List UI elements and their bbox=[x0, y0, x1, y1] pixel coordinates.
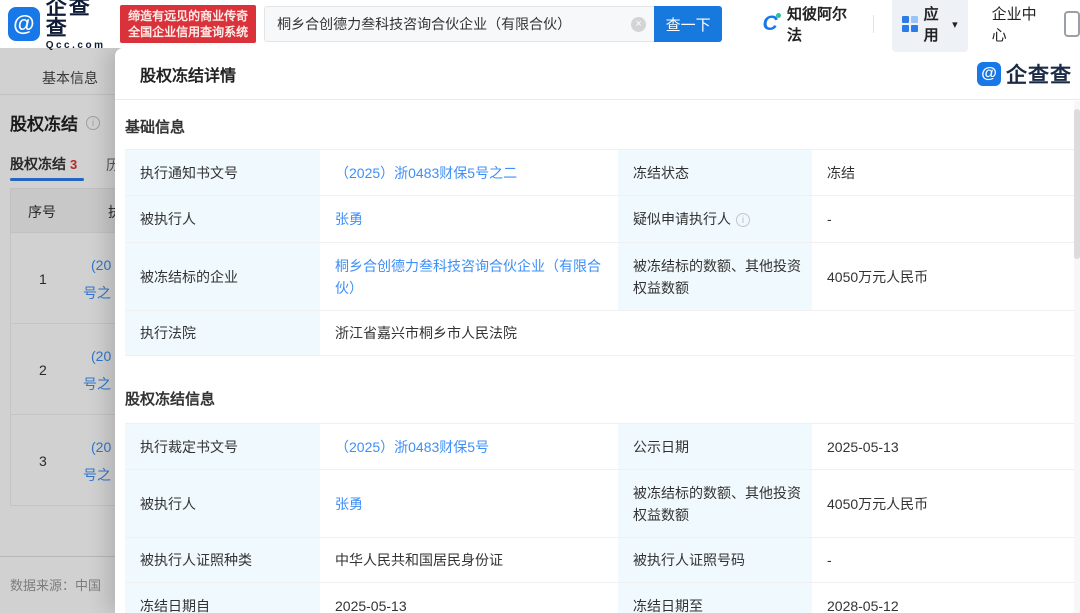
notice-number-link[interactable]: （2025）浙0483财保5号之二 bbox=[335, 165, 517, 181]
search-input[interactable]: 桐乡合创德力叁科技咨询合伙企业（有限合伙） × bbox=[264, 6, 655, 42]
row-label: 被冻结标的企业 bbox=[125, 242, 320, 311]
row-value: 浙江省嘉兴市桐乡市人民法院 bbox=[320, 310, 1076, 356]
search-button[interactable]: 查一下 bbox=[654, 6, 723, 42]
nav-enterprise-center[interactable]: 企业中心 bbox=[992, 3, 1047, 45]
top-bar: @ 企查查 Qcc.com 缔造有远见的商业传奇 全国企业信用查询系统 桐乡合创… bbox=[0, 0, 1080, 52]
row-label: 被冻结标的数额、其他投资权益数额 bbox=[618, 469, 812, 538]
ruling-number-link[interactable]: （2025）浙0483财保5号 bbox=[335, 439, 489, 455]
table-row: 被冻结标的企业 桐乡合创德力叁科技咨询合伙企业（有限合伙） 被冻结标的数额、其他… bbox=[125, 242, 1076, 311]
person-link[interactable]: 张勇 bbox=[335, 211, 363, 227]
row-value: 冻结 bbox=[812, 149, 1076, 196]
row-label: 被执行人证照种类 bbox=[125, 537, 320, 583]
qcc-logo[interactable]: @ 企查查 Qcc.com bbox=[8, 0, 110, 51]
row-label: 被执行人 bbox=[125, 469, 320, 538]
row-label: 冻结日期至 bbox=[618, 582, 812, 613]
nav-zhibi-alpha[interactable]: C 知彼阿尔法 bbox=[760, 3, 855, 45]
chevron-down-icon: ▾ bbox=[952, 18, 958, 31]
info-icon[interactable]: i bbox=[736, 213, 750, 227]
clear-icon[interactable]: × bbox=[631, 16, 647, 32]
search-input-value: 桐乡合创德力叁科技咨询合伙企业（有限合伙） bbox=[277, 16, 572, 32]
section-title-basic-info: 基础信息 bbox=[125, 119, 186, 136]
row-label: 被冻结标的数额、其他投资权益数额 bbox=[618, 242, 812, 311]
modal-header: 股权冻结详情 @ 企查查 bbox=[115, 48, 1080, 100]
row-value: 4050万元人民币 bbox=[812, 242, 1076, 311]
freeze-info-table: 执行裁定书文号 （2025）浙0483财保5号 公示日期 2025-05-13 … bbox=[125, 423, 1076, 613]
qcc-logo-icon: @ bbox=[977, 61, 1001, 86]
qcc-logo-icon: @ bbox=[8, 7, 40, 41]
table-row: 被执行人证照种类 中华人民共和国居民身份证 被执行人证照号码 - bbox=[125, 537, 1076, 583]
row-label: 执行裁定书文号 bbox=[125, 423, 320, 470]
row-value: - bbox=[812, 537, 1076, 583]
row-label: 被执行人 bbox=[125, 195, 320, 243]
equity-freeze-detail-modal: 股权冻结详情 @ 企查查 基础信息 执行通知书文号 （2025）浙0483财保5… bbox=[115, 48, 1080, 613]
table-row: 执行通知书文号 （2025）浙0483财保5号之二 冻结状态 冻结 bbox=[125, 149, 1076, 196]
row-value: 2025-05-13 bbox=[812, 423, 1076, 470]
table-row: 冻结日期自 2025-05-13 冻结日期至 2028-05-12 bbox=[125, 582, 1076, 613]
row-value: 4050万元人民币 bbox=[812, 469, 1076, 538]
brand-domain: Qcc.com bbox=[45, 40, 106, 51]
person-link[interactable]: 张勇 bbox=[335, 496, 363, 512]
table-row: 执行裁定书文号 （2025）浙0483财保5号 公示日期 2025-05-13 bbox=[125, 423, 1076, 470]
modal-watermark-logo: @ 企查查 bbox=[977, 59, 1072, 89]
row-label: 疑似申请执行人 i bbox=[618, 195, 812, 243]
modal-body: 基础信息 执行通知书文号 （2025）浙0483财保5号之二 冻结状态 冻结 被… bbox=[115, 100, 1080, 613]
brand-name: 企查查 bbox=[45, 0, 92, 40]
table-row: 执行法院 浙江省嘉兴市桐乡市人民法院 bbox=[125, 310, 1076, 356]
row-label: 冻结日期自 bbox=[125, 582, 320, 613]
basic-info-table: 执行通知书文号 （2025）浙0483财保5号之二 冻结状态 冻结 被执行人 张… bbox=[125, 149, 1076, 356]
apps-grid-icon bbox=[901, 16, 918, 32]
company-link[interactable]: 桐乡合创德力叁科技咨询合伙企业（有限合伙） bbox=[335, 258, 601, 296]
row-value: - bbox=[812, 195, 1076, 243]
row-label: 冻结状态 bbox=[618, 149, 812, 196]
search-area: 桐乡合创德力叁科技咨询合伙企业（有限合伙） × 查一下 bbox=[264, 6, 723, 42]
table-row: 被执行人 张勇 被冻结标的数额、其他投资权益数额 4050万元人民币 bbox=[125, 469, 1076, 538]
row-label: 公示日期 bbox=[618, 423, 812, 470]
modal-scrollbar[interactable] bbox=[1074, 101, 1080, 613]
section-title-freeze-info: 股权冻结信息 bbox=[125, 391, 216, 408]
slogan-badge: 缔造有远见的商业传奇 全国企业信用查询系统 bbox=[120, 5, 257, 43]
row-label: 被执行人证照号码 bbox=[618, 537, 812, 583]
row-label: 执行法院 bbox=[125, 310, 320, 356]
row-value: 2028-05-12 bbox=[812, 582, 1076, 613]
alpha-logo-icon: C bbox=[760, 13, 781, 35]
mobile-app-icon[interactable] bbox=[1064, 11, 1080, 37]
table-row: 被执行人 张勇 疑似申请执行人 i - bbox=[125, 195, 1076, 243]
divider bbox=[872, 15, 874, 33]
nav-apps-dropdown[interactable]: 应用 ▾ bbox=[891, 0, 968, 52]
row-label: 执行通知书文号 bbox=[125, 149, 320, 196]
scrollbar-thumb[interactable] bbox=[1074, 109, 1080, 259]
row-value: 中华人民共和国居民身份证 bbox=[320, 537, 618, 583]
row-value: 2025-05-13 bbox=[320, 582, 618, 613]
modal-title: 股权冻结详情 bbox=[140, 67, 237, 85]
